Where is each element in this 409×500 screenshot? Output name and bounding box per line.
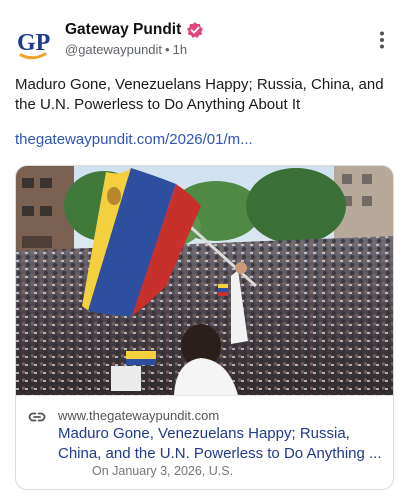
card-body: www.thegatewaypundit.com Maduro Gone, Ve… bbox=[16, 395, 393, 489]
separator-dot: • bbox=[165, 42, 170, 57]
avatar[interactable]: GP bbox=[15, 24, 55, 64]
link-preview-card[interactable]: www.thegatewaypundit.com Maduro Gone, Ve… bbox=[15, 165, 394, 490]
card-date: On January 3, 2026, U.S. bbox=[92, 464, 234, 478]
account-name-row: Gateway Pundit bbox=[65, 21, 204, 39]
article-image[interactable] bbox=[16, 166, 393, 395]
link-icon bbox=[28, 412, 46, 422]
gp-logo-icon: GP bbox=[17, 30, 50, 60]
more-vertical-icon[interactable] bbox=[372, 30, 392, 50]
post-time[interactable]: 1h bbox=[173, 42, 187, 57]
crowd-photo bbox=[16, 166, 393, 395]
post-header: GP Gateway Pundit @gatewaypundit • 1h bbox=[0, 0, 409, 70]
account-name[interactable]: Gateway Pundit bbox=[65, 21, 181, 39]
account-handle[interactable]: @gatewaypundit bbox=[65, 42, 162, 57]
verified-badge-icon bbox=[187, 22, 204, 38]
post-link[interactable]: thegatewaypundit.com/2026/01/m... bbox=[15, 131, 253, 148]
card-title[interactable]: Maduro Gone, Venezuelans Happy; Russia, … bbox=[58, 424, 383, 464]
handle-row: @gatewaypundit • 1h bbox=[65, 42, 187, 57]
logo-text: GP bbox=[17, 30, 50, 56]
card-domain: www.thegatewaypundit.com bbox=[58, 408, 220, 423]
post-text: Maduro Gone, Venezuelans Happy; Russia, … bbox=[15, 76, 384, 113]
